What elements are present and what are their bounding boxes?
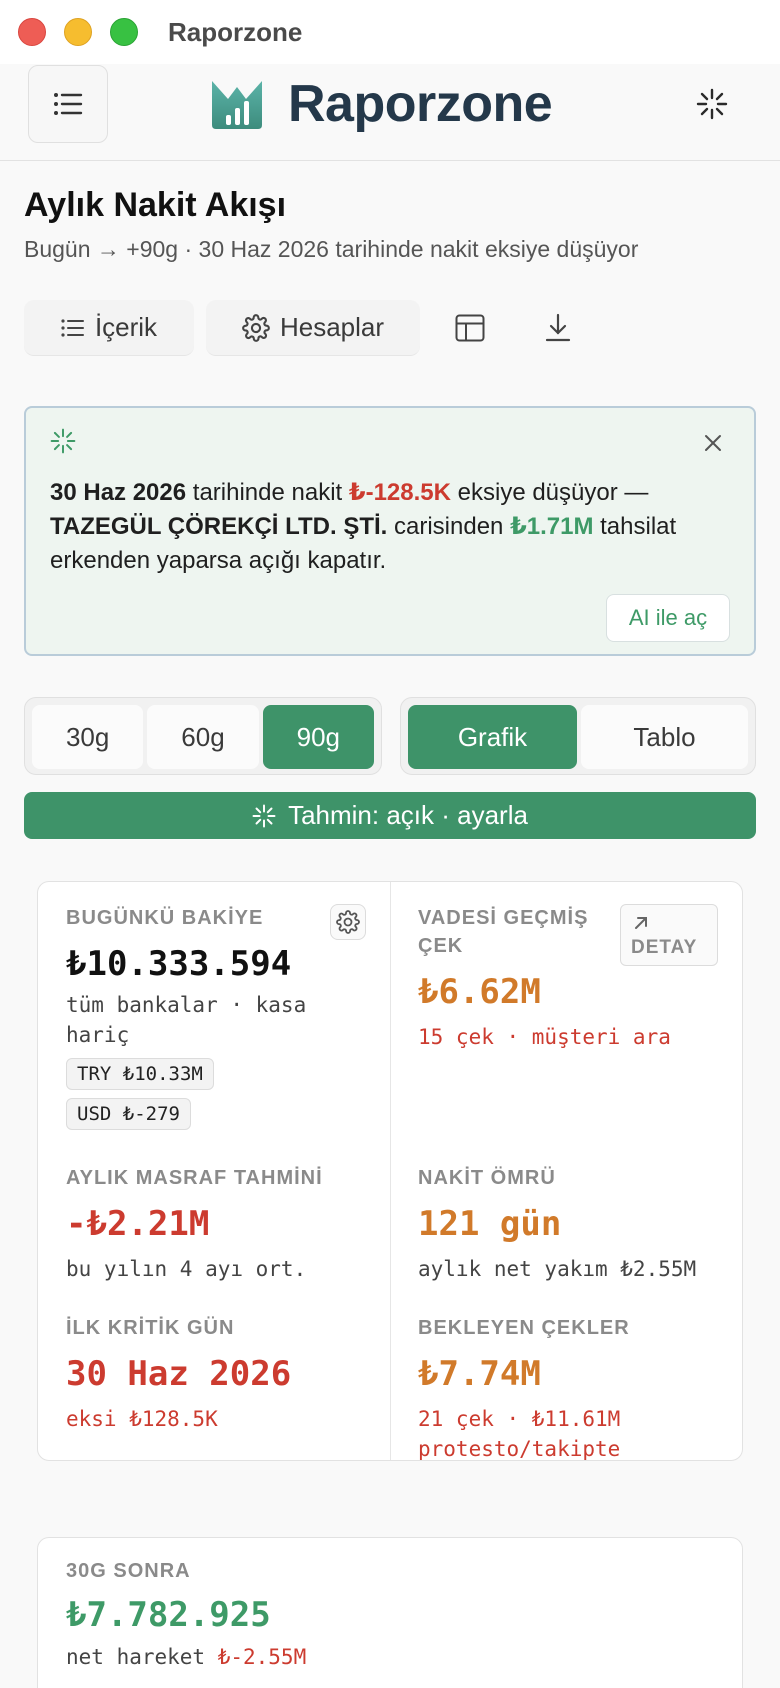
app-content: Raporzone Aylık Nakit Akışı Bugün → +90g… [0,64,780,1688]
kpi-label: 30G SONRA [66,1560,191,1582]
gear-icon [242,313,270,342]
gear-icon [336,910,360,934]
range-option-60g[interactable]: 60g [147,705,259,769]
kpi-value: ₺7.74M [418,1354,541,1394]
kpi-label: AYLIK MASRAF TAHMİNİ [66,1167,323,1189]
kpi-value: 121 gün [418,1204,562,1244]
kpi-sub: eksi ₺128.5K [66,1407,218,1431]
table-view-button[interactable] [432,300,508,356]
list-icon [61,318,84,337]
kpi-sub: net hareket ₺-2.55M [66,1645,307,1669]
close-icon[interactable] [704,434,722,452]
close-window-button[interactable] [18,18,46,46]
kpi-sub: bu yılın 4 ayı ort. [66,1257,307,1281]
range-option-90g[interactable]: 90g [262,705,374,769]
contents-label: İçerik [94,312,158,342]
toolbar: İçerik Hesaplar [24,300,596,356]
forecast-toggle-button[interactable]: Tahmin: açık · ayarla [24,792,756,839]
contents-button[interactable]: İçerik [24,300,194,356]
app-header: Raporzone [0,64,780,161]
kpi-balance: BUGÜNKÜ BAKİYE ₺10.333.594 tüm bankalar … [66,904,366,1130]
detail-label: DETAY [631,937,698,958]
alert-message: 30 Haz 2026 tarihinde nakit ₺-128.5K eks… [50,479,677,574]
balance-settings-button[interactable] [330,904,366,940]
alert-deficit: ₺-128.5K [348,479,451,506]
view-option-chart[interactable]: Grafik [408,705,577,769]
kpi-label: İLK KRİTİK GÜN [66,1317,235,1339]
after-30-days-card: 30G SONRA ₺7.782.925 net hareket ₺-2.55M [37,1537,743,1688]
kpi-cash-runway: NAKİT ÖMRÜ 121 gün aylık net yakım ₺2.55… [418,1164,738,1284]
open-with-ai-button[interactable]: AI ile aç [606,594,730,642]
kpi-sub-2: protesto/takipte [418,1437,621,1461]
kpi-value: 30 Haz 2026 [66,1354,292,1394]
kpi-pending-checks: BEKLEYEN ÇEKLER ₺7.74M 21 çek · ₺11.61M … [418,1314,742,1461]
alert-amount: ₺1.71M [510,513,594,540]
cash-alert-banner: 30 Haz 2026 tarihinde nakit ₺-128.5K eks… [24,406,756,656]
minimize-window-button[interactable] [64,18,92,46]
kpi-sub: aylık net yakım ₺2.55M [418,1257,697,1281]
kpi-label: BEKLEYEN ÇEKLER [418,1317,630,1339]
ai-sparkle-icon [252,804,276,827]
kpi-monthly-expense: AYLIK MASRAF TAHMİNİ -₺2.21M bu yılın 4 … [66,1164,406,1284]
kpi-cards: BUGÜNKÜ BAKİYE ₺10.333.594 tüm bankalar … [37,881,743,1461]
forecast-label: Tahmin: açık · ayarla [288,800,528,830]
table-icon [455,314,485,342]
page-title: Aylık Nakit Akışı [24,186,287,224]
page-subtitle: Bugün → +90g · 30 Haz 2026 tarihinde nak… [24,236,639,262]
range-option-30g[interactable]: 30g [32,705,144,769]
kpi-value: ₺6.62M [418,972,541,1012]
arrow-up-right-icon [635,917,647,929]
ai-sparkle-icon [50,428,76,454]
kpi-value: ₺7.782.925 [66,1595,271,1635]
kpi-sub: 21 çek · ₺11.61M [418,1407,621,1431]
zoom-window-button[interactable] [110,18,138,46]
alert-date: 30 Haz 2026 [50,479,187,506]
download-icon [545,313,571,342]
alert-customer: TAZEGÜL ÇÖREKÇİ LTD. ŞTİ. [50,513,388,540]
window-titlebar: Raporzone [0,0,780,64]
view-option-table[interactable]: Tablo [581,705,748,769]
currency-chip-try: TRY ₺10.33M [66,1058,214,1090]
kpi-value: ₺10.333.594 [66,944,292,984]
kpi-critical-day: İLK KRİTİK GÜN 30 Haz 2026 eksi ₺128.5K [66,1314,406,1434]
currency-chip-usd: USD ₺-279 [66,1098,191,1130]
brand-name: Raporzone [288,75,553,133]
kpi-value: -₺2.21M [66,1204,210,1244]
brand-logo-icon [212,81,262,129]
kpi-label: NAKİT ÖMRÜ [418,1167,556,1189]
view-selector: Grafik Tablo [400,697,756,775]
net-movement-value: ₺-2.55M [217,1645,307,1669]
window-title: Raporzone [168,17,303,47]
kpi-label: VADESİ GEÇMİŞ ÇEK [418,907,589,957]
detail-button[interactable]: DETAY [620,904,718,966]
accounts-button[interactable]: Hesaplar [206,300,420,356]
menu-button[interactable] [28,65,108,143]
kpi-sub: tüm bankalar · kasa hariç [66,993,307,1047]
download-button[interactable] [520,300,596,356]
ai-sparkle-icon[interactable] [696,88,728,120]
kpi-overdue-checks: DETAY VADESİ GEÇMİŞ ÇEK ₺6.62M 15 çek · … [418,904,718,1052]
menu-icon [54,93,83,115]
kpi-label: BUGÜNKÜ BAKİYE [66,907,264,929]
range-selector: 30g 60g 90g [24,697,382,775]
accounts-label: Hesaplar [279,312,385,342]
kpi-sub: 15 çek · müşteri ara [418,1025,671,1049]
